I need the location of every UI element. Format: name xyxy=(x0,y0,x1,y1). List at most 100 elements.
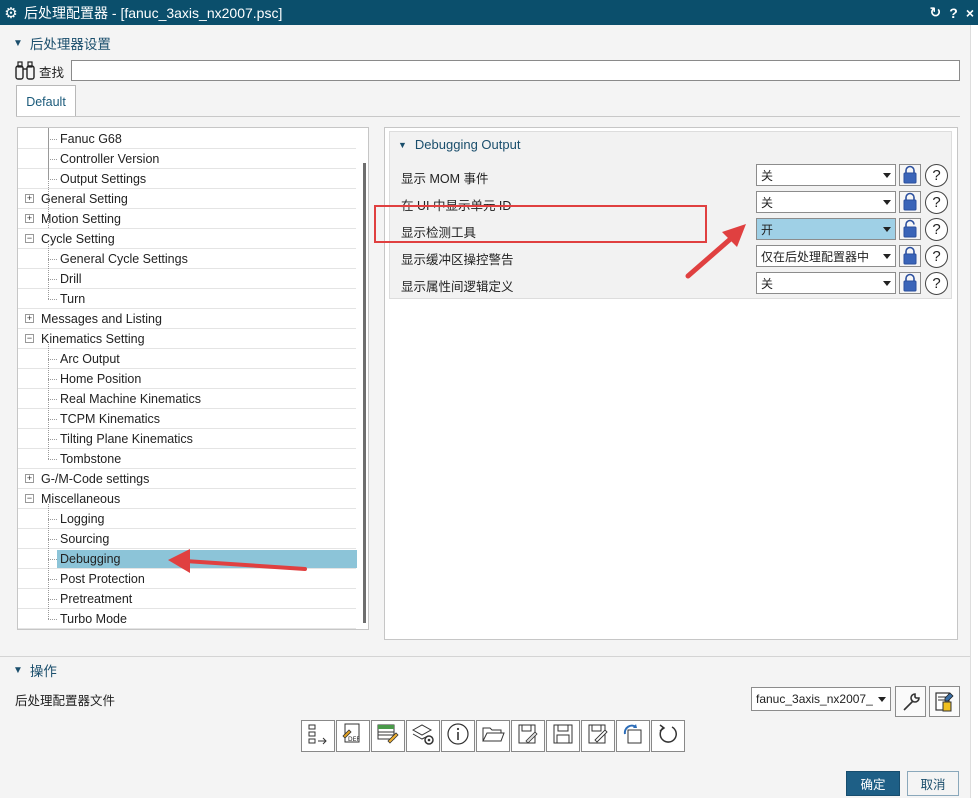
file-settings-button[interactable] xyxy=(929,686,960,717)
reset-icon[interactable]: ↻ xyxy=(930,4,942,21)
tree-item[interactable]: General Cycle Settings xyxy=(18,249,356,269)
wrench-button[interactable] xyxy=(895,686,926,717)
binoculars-icon xyxy=(13,60,37,82)
tree-item[interactable]: − Kinematics Setting xyxy=(18,329,356,349)
tree-item[interactable]: Logging xyxy=(18,509,356,529)
collapse-triangle-icon: ▼ xyxy=(13,664,23,676)
debug-option-value: 关 xyxy=(761,276,774,291)
undo-button[interactable] xyxy=(651,720,685,752)
close-icon[interactable]: × xyxy=(966,5,974,21)
tree-item[interactable]: Real Machine Kinematics xyxy=(18,389,356,409)
tree-item[interactable]: + General Setting xyxy=(18,189,356,209)
info-button[interactable] xyxy=(441,720,475,752)
debug-option-select[interactable]: 开 xyxy=(756,218,896,240)
lock-icon xyxy=(903,246,917,265)
tree-item[interactable]: Home Position xyxy=(18,369,356,389)
tree-item[interactable]: Sourcing xyxy=(18,529,356,549)
tree-item[interactable]: − Cycle Setting xyxy=(18,229,356,249)
tree-item[interactable]: Turbo Mode xyxy=(18,609,356,629)
tree-item[interactable]: Output Settings xyxy=(18,169,356,189)
operations-section-header[interactable]: ▼ 操作 xyxy=(13,660,57,680)
tree-item[interactable]: − Miscellaneous xyxy=(18,489,356,509)
question-mark-icon: ? xyxy=(932,275,941,292)
help-button[interactable]: ? xyxy=(925,245,948,268)
tree-item[interactable]: Drill xyxy=(18,269,356,289)
tree-item[interactable]: + Messages and Listing xyxy=(18,309,356,329)
settings-section-title: 后处理器设置 xyxy=(29,37,111,52)
collapse-icon[interactable]: − xyxy=(25,334,34,343)
save-edit-button[interactable] xyxy=(581,720,615,752)
find-row: 查找 xyxy=(13,60,70,82)
tree-item[interactable]: Tilting Plane Kinematics xyxy=(18,429,356,449)
unlock-button[interactable] xyxy=(899,218,921,240)
help-button[interactable]: ? xyxy=(925,164,948,187)
help-button[interactable]: ? xyxy=(925,272,948,295)
properties-panel: ▼ Debugging Output 显示 MOM 事件关? 在 UI 中显示单元… xyxy=(384,127,958,640)
tree-item-label: Miscellaneous xyxy=(41,491,121,506)
cancel-button[interactable]: 取消 xyxy=(907,771,959,796)
tree-guide-line xyxy=(48,504,49,619)
debug-option-select[interactable]: 关 xyxy=(756,191,896,213)
question-mark-icon: ? xyxy=(932,221,941,238)
refresh-copy-icon xyxy=(621,722,645,750)
debug-option-label: 显示属性间逻辑定义 xyxy=(401,280,514,294)
tree-guide-line xyxy=(48,244,49,299)
tree-item[interactable]: Pretreatment xyxy=(18,589,356,609)
tree-scrollbar-thumb[interactable] xyxy=(363,163,366,623)
settings-section-header[interactable]: ▼ 后处理器设置 xyxy=(13,33,111,53)
lock-button[interactable] xyxy=(899,164,921,186)
tree-item-label: Logging xyxy=(60,511,105,526)
tree-item[interactable]: + Motion Setting xyxy=(18,209,356,229)
post-config-file-select[interactable]: fanuc_3axis_nx2007_ xyxy=(751,687,891,711)
save-icon xyxy=(551,722,575,750)
question-mark-icon: ? xyxy=(932,248,941,265)
expand-icon[interactable]: + xyxy=(25,474,34,483)
tree-item[interactable]: Tombstone xyxy=(18,449,356,469)
lock-button[interactable] xyxy=(899,272,921,294)
dialog-scrollbar[interactable] xyxy=(970,25,978,798)
help-button[interactable]: ? xyxy=(925,191,948,214)
chevron-down-icon xyxy=(883,281,891,286)
tree-item[interactable]: Post Protection xyxy=(18,569,356,589)
save-button[interactable] xyxy=(546,720,580,752)
debugging-output-header[interactable]: ▼ Debugging Output xyxy=(398,137,520,152)
layers-settings-button[interactable] xyxy=(406,720,440,752)
debug-option-select[interactable]: 关 xyxy=(756,272,896,294)
edit-grid-button[interactable] xyxy=(371,720,405,752)
tree-item-label: Turbo Mode xyxy=(60,611,127,626)
debug-option-select[interactable]: 仅在后处理配置器中 xyxy=(756,245,896,267)
open-folder-button[interactable] xyxy=(476,720,510,752)
collapse-icon[interactable]: − xyxy=(25,234,34,243)
tree-guide-line xyxy=(48,128,49,179)
refresh-copy-button[interactable] xyxy=(616,720,650,752)
gear-icon[interactable]: ⚙ xyxy=(0,4,22,22)
collapse-icon[interactable]: − xyxy=(25,494,34,503)
save-as-image-button[interactable] xyxy=(511,720,545,752)
help-button[interactable]: ? xyxy=(925,218,948,241)
debug-option-select[interactable]: 关 xyxy=(756,164,896,186)
lock-button[interactable] xyxy=(899,245,921,267)
tree-item-label: Fanuc G68 xyxy=(60,131,122,146)
ok-button[interactable]: 确定 xyxy=(846,771,900,796)
tree-item[interactable]: Fanuc G68 xyxy=(18,129,356,149)
find-input[interactable] xyxy=(71,60,960,81)
help-icon[interactable]: ? xyxy=(949,5,958,21)
expand-icon[interactable]: + xyxy=(25,214,34,223)
tree-item[interactable]: Turn xyxy=(18,289,356,309)
tree-item[interactable]: Arc Output xyxy=(18,349,356,369)
operations-section-title: 操作 xyxy=(29,664,57,679)
lock-button[interactable] xyxy=(899,191,921,213)
unlock-icon xyxy=(903,219,917,238)
expand-icon[interactable]: + xyxy=(25,194,34,203)
tree-item[interactable]: Debugging xyxy=(18,549,357,569)
tree-item-label: Post Protection xyxy=(60,571,145,586)
def-file-button[interactable]: DEF xyxy=(336,720,370,752)
chevron-down-icon xyxy=(883,173,891,178)
tab-default[interactable]: Default xyxy=(16,85,76,117)
export-tree-button[interactable] xyxy=(301,720,335,752)
tree-item[interactable]: TCPM Kinematics xyxy=(18,409,356,429)
tree-item[interactable]: Controller Version xyxy=(18,149,356,169)
tree-item[interactable]: + G-/M-Code settings xyxy=(18,469,356,489)
expand-icon[interactable]: + xyxy=(25,314,34,323)
debug-option-value: 关 xyxy=(761,195,774,210)
